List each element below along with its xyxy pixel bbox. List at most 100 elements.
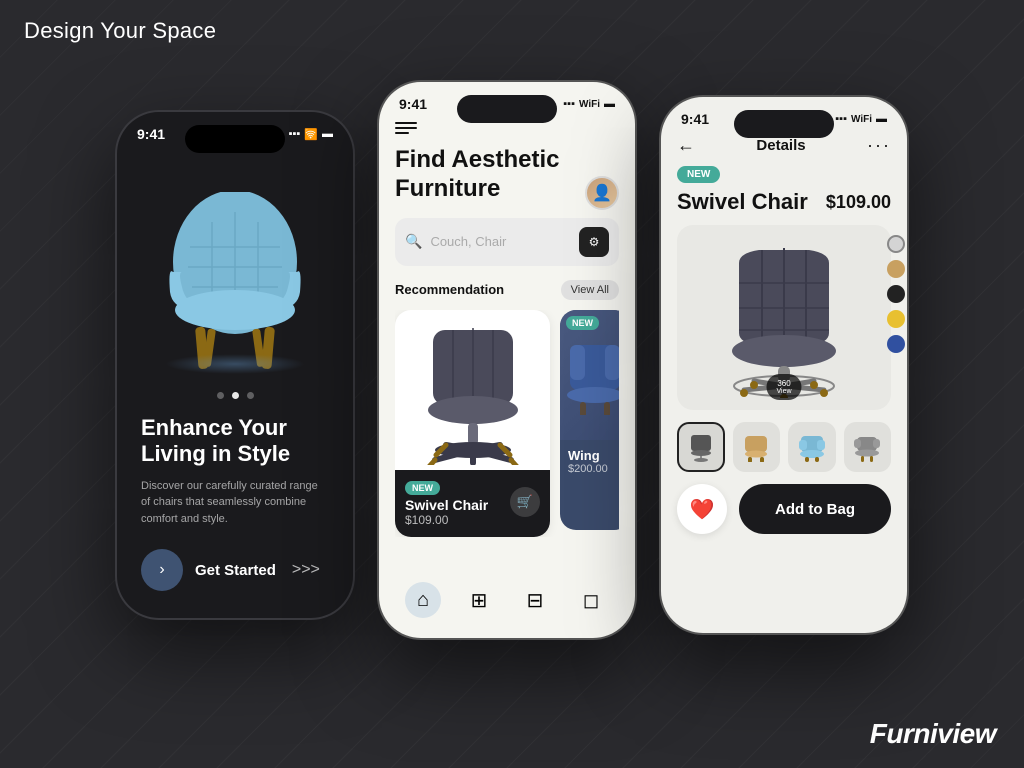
time-2: 9:41 xyxy=(399,96,427,112)
search-bar[interactable]: 🔍 Couch, Chair ⚙ xyxy=(395,218,619,266)
action-row: ❤️ Add to Bag xyxy=(677,484,891,534)
color-blue[interactable] xyxy=(887,335,905,353)
battery-icon: ▬ xyxy=(322,128,333,140)
filter-icon: ⚙ xyxy=(589,235,600,249)
btn-circle-icon: › xyxy=(141,549,183,591)
thumb-chair-2 xyxy=(741,432,771,462)
back-button[interactable]: ← xyxy=(677,135,695,156)
time-1: 9:41 xyxy=(137,126,165,142)
add-to-bag-label: Add to Bag xyxy=(775,501,855,518)
nav-bed[interactable]: ⊟ xyxy=(517,582,553,618)
brand-name: Furniview xyxy=(870,718,996,750)
chair-showcase xyxy=(117,142,353,382)
color-gray[interactable] xyxy=(887,235,905,253)
product-price-1: $109.00 xyxy=(405,513,488,527)
phone-detail: 9:41 ▪▪▪ WiFi ▬ ← Details ··· NEW Swivel… xyxy=(659,95,909,635)
phones-container: 9:41 ▪▪▪ 🛜 ▬ xyxy=(115,70,909,640)
nav-bag[interactable]: ◻ xyxy=(573,582,609,618)
thumbnail-1[interactable] xyxy=(677,422,725,472)
nav-grid[interactable]: ⊞ xyxy=(461,582,497,618)
battery-icon-2: ▬ xyxy=(604,98,615,110)
menu-line-1 xyxy=(395,122,417,124)
time-3: 9:41 xyxy=(681,111,709,127)
thumb-chair-3 xyxy=(797,432,827,462)
phone2-content: 👤 Find Aesthetic Furniture 🔍 Couch, Chai… xyxy=(379,112,635,537)
dot-3 xyxy=(247,392,254,399)
view-all-button[interactable]: View All xyxy=(561,280,619,300)
product-details-2: Wing $200.00 xyxy=(560,440,619,483)
product-card-swivel[interactable]: NEW Swivel Chair $109.00 🛒 xyxy=(395,310,550,537)
product-card-wing[interactable]: NEW Wing $200.00 xyxy=(560,310,619,530)
page-title: Design Your Space xyxy=(24,18,216,44)
detail-screen-title: Details xyxy=(756,137,805,154)
title-line1: Find Aesthetic xyxy=(395,146,559,173)
thumbnail-4[interactable] xyxy=(844,422,892,472)
color-yellow[interactable] xyxy=(887,310,905,328)
add-to-bag-button[interactable]: Add to Bag xyxy=(739,484,891,534)
thumbnail-2[interactable] xyxy=(733,422,781,472)
search-icon: 🔍 xyxy=(405,233,422,250)
wifi-icon-2: WiFi xyxy=(579,99,600,110)
bottom-nav: ⌂ ⊞ ⊟ ◻ xyxy=(379,574,635,626)
product-detail-name: Swivel Chair xyxy=(677,189,808,215)
product-image-area: 360 View xyxy=(677,225,891,410)
battery-icon-3: ▬ xyxy=(876,113,887,125)
phone3-content: NEW Swivel Chair $109.00 xyxy=(661,164,907,534)
phone-splash: 9:41 ▪▪▪ 🛜 ▬ xyxy=(115,110,355,620)
product-card-info-1: NEW Swivel Chair $109.00 🛒 xyxy=(395,470,550,537)
new-badge-2: NEW xyxy=(566,316,599,330)
thumbnail-row xyxy=(677,422,891,472)
phone-listing: 9:41 ▪▪▪ WiFi ▬ 👤 Find Aesthetic Furnitu… xyxy=(377,80,637,640)
filter-button[interactable]: ⚙ xyxy=(579,227,609,257)
like-button[interactable]: ❤️ xyxy=(677,484,727,534)
phone1-text: Enhance Your Living in Style Discover ou… xyxy=(117,399,353,527)
chair-shadow xyxy=(165,354,305,374)
color-options xyxy=(887,235,905,353)
status-icons-2: ▪▪▪ WiFi ▬ xyxy=(563,98,615,110)
phone1-content: Enhance Your Living in Style Discover ou… xyxy=(117,142,353,598)
nav-home[interactable]: ⌂ xyxy=(405,582,441,618)
btn-arrows-icon: >>> xyxy=(292,561,320,579)
signal-icon: ▪▪▪ xyxy=(289,128,301,140)
wing-chair-img xyxy=(565,335,619,415)
menu-icon[interactable] xyxy=(395,122,619,134)
get-started-button[interactable]: › Get Started >>> xyxy=(141,549,320,591)
product-detail-price: $109.00 xyxy=(826,192,891,213)
recommendation-header: Recommendation View All xyxy=(395,280,619,300)
product-name-2: Wing xyxy=(568,448,619,463)
new-badge-1: NEW xyxy=(405,481,440,495)
view-360-label: 360 xyxy=(776,379,791,388)
wifi-icon: 🛜 xyxy=(304,128,318,141)
phone1-headline: Enhance Your Living in Style xyxy=(141,415,329,468)
signal-icon-2: ▪▪▪ xyxy=(563,98,575,110)
swivel-chair-img xyxy=(408,315,538,465)
menu-line-3 xyxy=(395,132,409,134)
section-label: Recommendation xyxy=(395,282,504,297)
view-360-button[interactable]: 360 View xyxy=(766,374,801,400)
phone1-subtext: Discover our carefully curated range of … xyxy=(141,478,329,528)
product-name-1: Swivel Chair xyxy=(405,497,488,513)
dynamic-island-3 xyxy=(734,110,834,138)
product-price-2: $200.00 xyxy=(568,463,619,475)
status-icons-1: ▪▪▪ 🛜 ▬ xyxy=(289,128,333,141)
dynamic-island-1 xyxy=(185,125,285,153)
product-card-img-1 xyxy=(395,310,550,470)
user-avatar[interactable]: 👤 xyxy=(585,176,619,210)
more-options-button[interactable]: ··· xyxy=(867,135,891,156)
dot-1 xyxy=(217,392,224,399)
product-cards: NEW Swivel Chair $109.00 🛒 xyxy=(395,310,619,537)
thumb-chair-1 xyxy=(686,432,716,462)
dot-indicator xyxy=(217,392,254,399)
product-details-1: NEW Swivel Chair $109.00 xyxy=(405,478,488,527)
view-label: View xyxy=(776,388,791,395)
signal-icon-3: ▪▪▪ xyxy=(835,113,847,125)
color-black[interactable] xyxy=(887,285,905,303)
dot-2 xyxy=(232,392,239,399)
status-icons-3: ▪▪▪ WiFi ▬ xyxy=(835,113,887,125)
thumbnail-3[interactable] xyxy=(788,422,836,472)
btn-label: Get Started xyxy=(195,562,276,579)
cart-button-1[interactable]: 🛒 xyxy=(510,487,540,517)
color-brown[interactable] xyxy=(887,260,905,278)
title-line2: Furniture xyxy=(395,175,500,202)
search-placeholder: Couch, Chair xyxy=(430,234,571,249)
